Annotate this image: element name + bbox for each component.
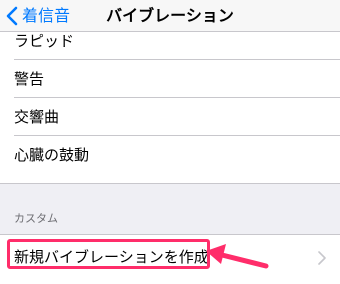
standard-vibration-list: ラピッド 警告 交響曲 心臓の鼓動 [0, 32, 340, 184]
page-title: バイブレーション [106, 6, 234, 25]
list-item-label: 交響曲 [14, 108, 60, 126]
list-item[interactable]: ラピッド [0, 32, 340, 60]
custom-section-header: カスタム [14, 212, 58, 225]
list-item[interactable]: 交響曲 [0, 98, 340, 136]
list-item[interactable]: 心臓の鼓動 [0, 136, 340, 174]
list-item-label: 警告 [14, 70, 45, 88]
chevron-right-icon [318, 250, 326, 269]
create-vibration-button[interactable]: 新規バイブレーションを作成 [0, 235, 340, 279]
custom-vibration-list: 新規バイブレーションを作成 [0, 234, 340, 284]
list-item[interactable]: 警告 [0, 60, 340, 98]
navigation-bar: 着信音 バイブレーション [0, 0, 340, 32]
create-vibration-label: 新規バイブレーションを作成 [14, 248, 209, 266]
list-item-label: ラピッド [14, 32, 75, 50]
list-item-label: 心臓の鼓動 [14, 146, 90, 164]
